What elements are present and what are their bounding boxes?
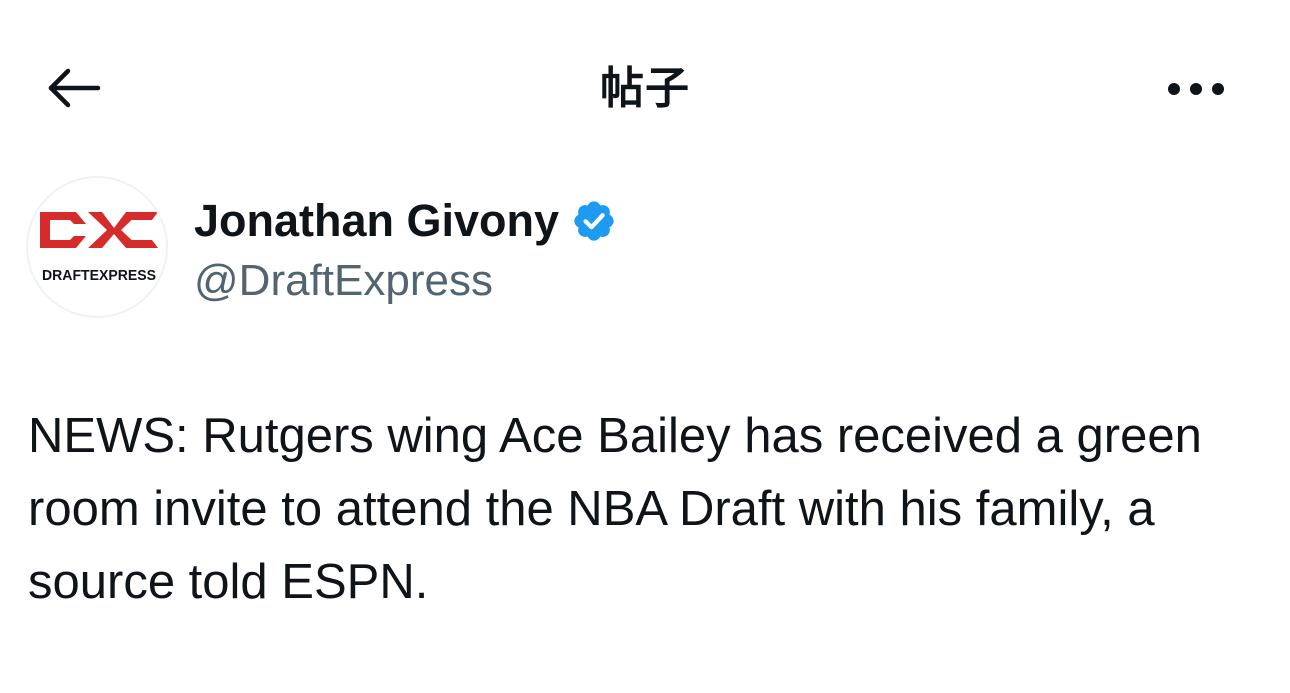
post-author: DRAFTEXPRESS Jonathan Givony @DraftExpre… (26, 176, 1266, 326)
post-text: NEWS: Rutgers wing Ace Bailey has receiv… (28, 409, 1216, 609)
more-options-button[interactable] (1158, 66, 1234, 116)
avatar-logo-text: DRAFTEXPRESS (42, 267, 156, 284)
author-display-name[interactable]: Jonathan Givony (194, 192, 559, 250)
verified-badge-icon[interactable] (571, 198, 617, 244)
top-bar: 帖子 (0, 0, 1290, 180)
name-row: Jonathan Givony (194, 190, 617, 252)
post-screen: 帖子 DRAFTEXPRESS Jonathan Givony @DraftEx… (0, 0, 1290, 693)
avatar[interactable]: DRAFTEXPRESS (26, 176, 168, 318)
author-handle[interactable]: @DraftExpress (194, 254, 493, 308)
page-title: 帖子 (600, 63, 690, 114)
more-options-icon (1166, 82, 1226, 101)
draftexpress-logo-icon: DRAFTEXPRESS (40, 212, 158, 284)
